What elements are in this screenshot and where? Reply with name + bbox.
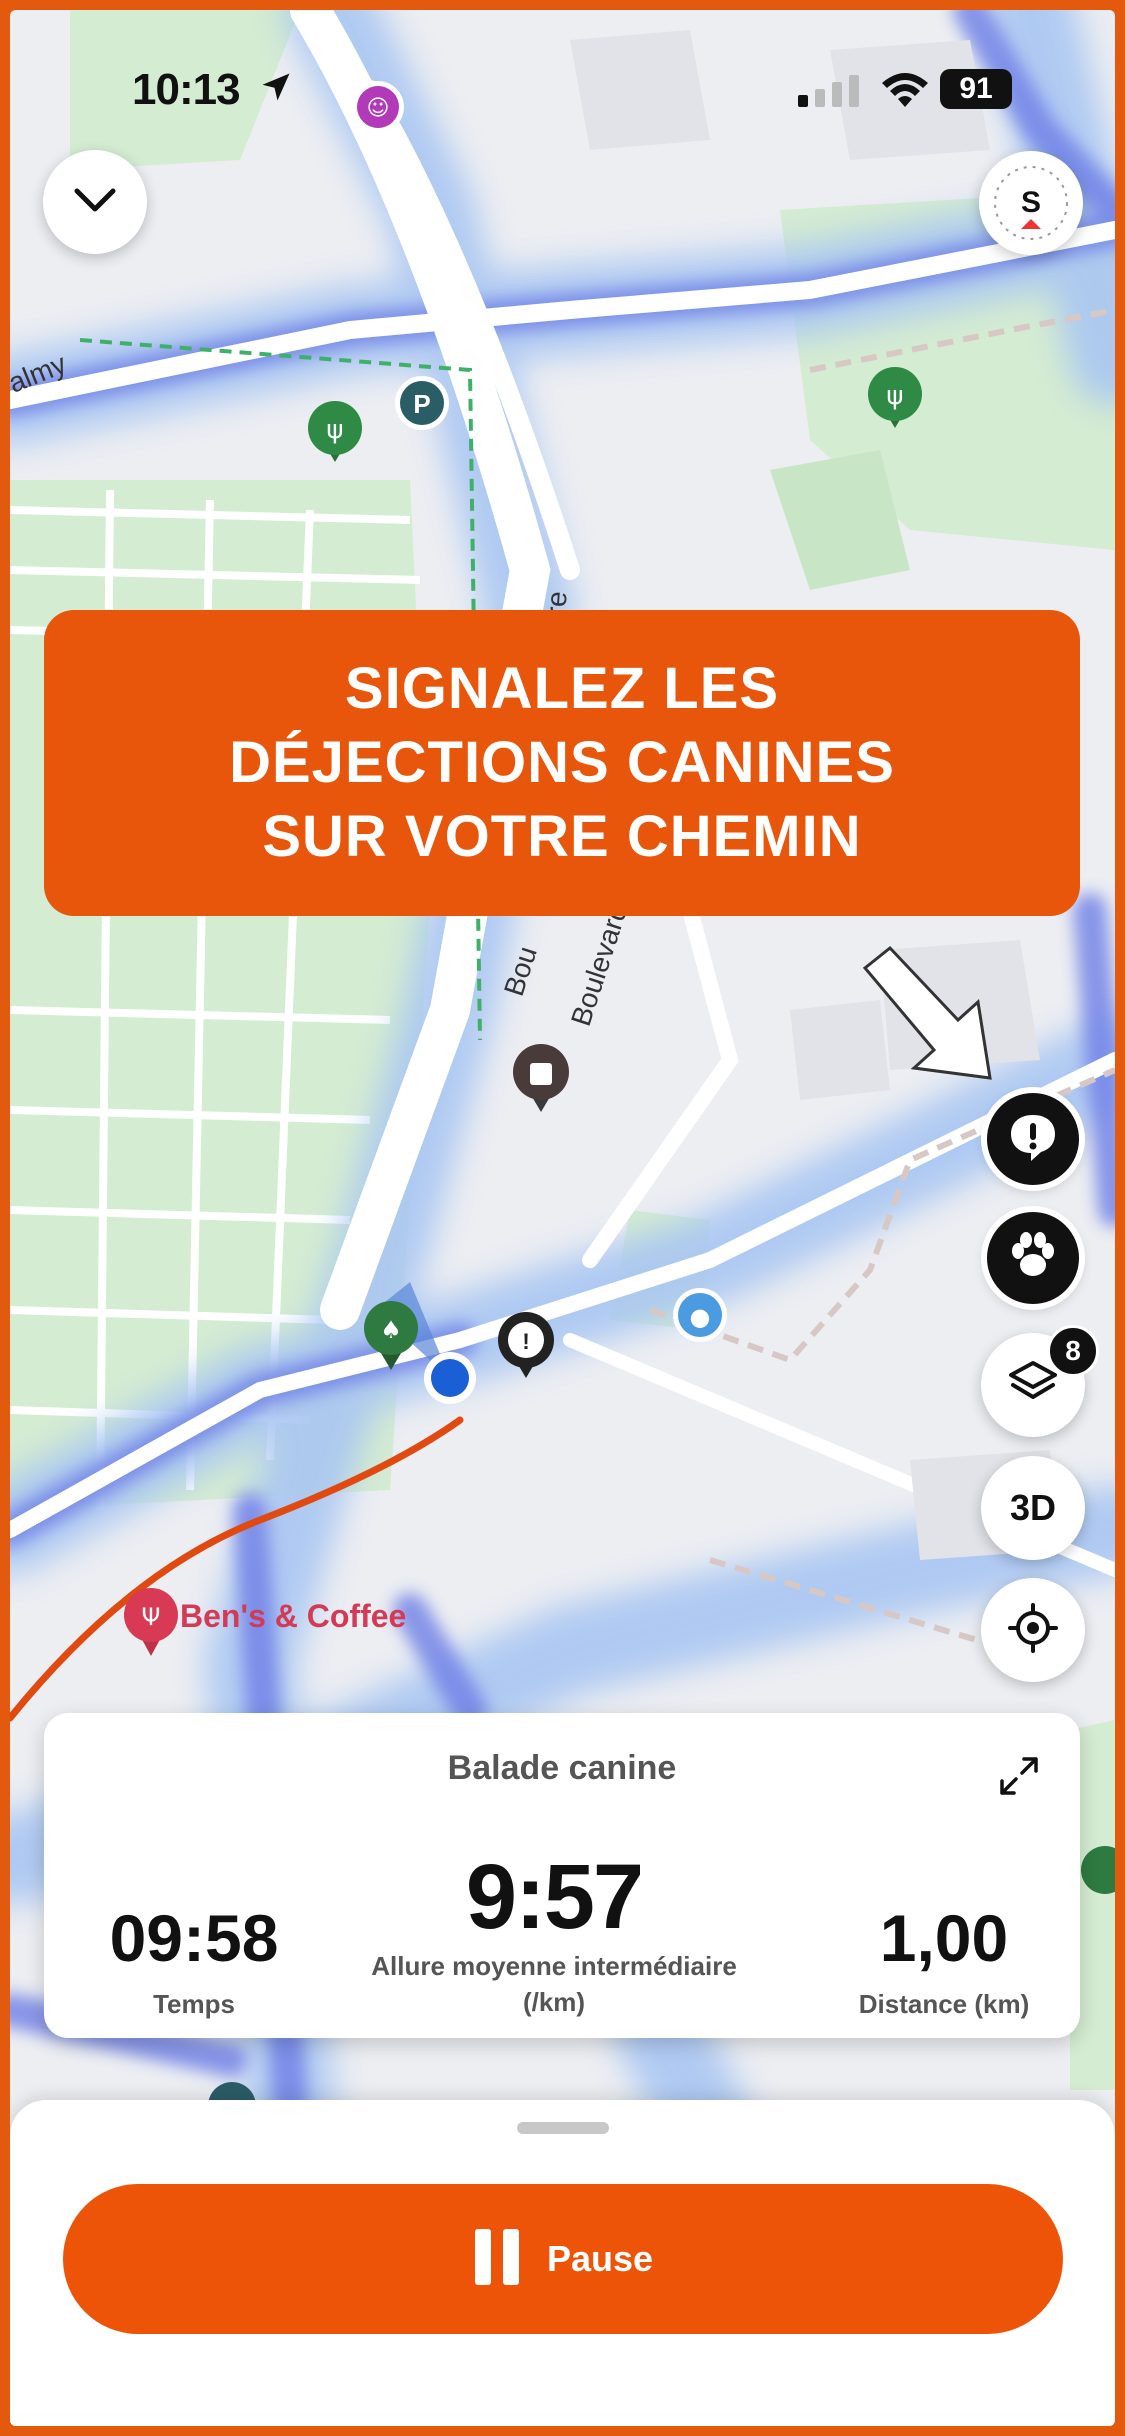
- signal-icon: [798, 75, 862, 112]
- banner-line: DÉJECTIONS CANINES: [229, 730, 895, 795]
- status-bar: 10:13 91: [10, 65, 1115, 125]
- banner-line: SUR VOTRE CHEMIN: [262, 804, 862, 869]
- svg-text:●: ●: [690, 1303, 711, 1331]
- svg-text:ψ: ψ: [886, 381, 903, 411]
- 3d-label: 3D: [1009, 1487, 1057, 1528]
- card-title: Balade canine: [447, 1749, 677, 1787]
- promo-banner: SIGNALEZ LES DÉJECTIONS CANINES SUR VOTR…: [44, 610, 1080, 916]
- pace-value: 9:57: [465, 1846, 644, 1948]
- pause-icon: [473, 2227, 521, 2292]
- pause-button[interactable]: Pause: [63, 2184, 1063, 2334]
- water-pin-icon: ●: [673, 1288, 727, 1342]
- compass-icon: S: [991, 163, 1071, 243]
- 3d-toggle-button[interactable]: 3D: [981, 1456, 1085, 1560]
- paw-icon: [1006, 1229, 1060, 1288]
- collapse-button[interactable]: [43, 150, 147, 254]
- pause-label: Pause: [546, 2238, 654, 2279]
- pace-unit-label: (/km): [522, 1987, 586, 2017]
- target-icon: [1006, 1601, 1060, 1660]
- layers-button[interactable]: 8: [981, 1325, 1099, 1437]
- wifi-icon: [880, 71, 930, 114]
- location-arrow-icon: [258, 69, 294, 110]
- report-icon: [1005, 1109, 1061, 1170]
- svg-text:Ψ: Ψ: [142, 1603, 161, 1631]
- svg-text:♠: ♠: [380, 1316, 402, 1344]
- expand-icon[interactable]: [996, 1753, 1042, 1804]
- layers-badge: 8: [1047, 1325, 1099, 1377]
- svg-text:ψ: ψ: [326, 415, 343, 445]
- screen: ☺ ψ ψ P ! ♠ ● Ψ Bou re almy Ben's & Coff…: [10, 10, 1115, 2426]
- bottom-sheet: Pause: [10, 2100, 1115, 2426]
- banner-line: SIGNALEZ LES: [344, 656, 780, 721]
- pace-label: Allure moyenne intermédiaire: [371, 1951, 737, 1981]
- time-value: 09:58: [109, 1901, 279, 1975]
- time-label: Temps: [153, 1989, 235, 2019]
- parking-pin-icon: P: [395, 376, 449, 430]
- distance-label: Distance (km): [858, 1989, 1030, 2019]
- walk-stats-card: Balade canine 09:58 Temps 9:57 Allure mo…: [44, 1713, 1080, 2038]
- status-time: 10:13: [132, 65, 241, 114]
- svg-text:!: !: [522, 1329, 529, 1354]
- chevron-down-icon: [71, 185, 119, 220]
- recenter-button[interactable]: [981, 1578, 1085, 1682]
- poi-label[interactable]: Ben's & Coffee: [180, 1598, 406, 1635]
- app-frame: ☺ ψ ψ P ! ♠ ● Ψ Bou re almy Ben's & Coff…: [0, 0, 1125, 2436]
- battery-level: 91: [959, 72, 993, 105]
- battery-icon: 91: [940, 69, 1012, 109]
- report-button[interactable]: [987, 1093, 1079, 1185]
- svg-text:P: P: [413, 389, 430, 419]
- dog-paw-button[interactable]: [987, 1212, 1079, 1304]
- distance-value: 1,00: [879, 1901, 1009, 1975]
- map-view[interactable]: ☺ ψ ψ P ! ♠ ● Ψ: [10, 10, 1115, 2426]
- compass-button[interactable]: S: [979, 151, 1083, 255]
- sheet-handle[interactable]: [517, 2122, 609, 2134]
- compass-label: S: [1020, 186, 1041, 219]
